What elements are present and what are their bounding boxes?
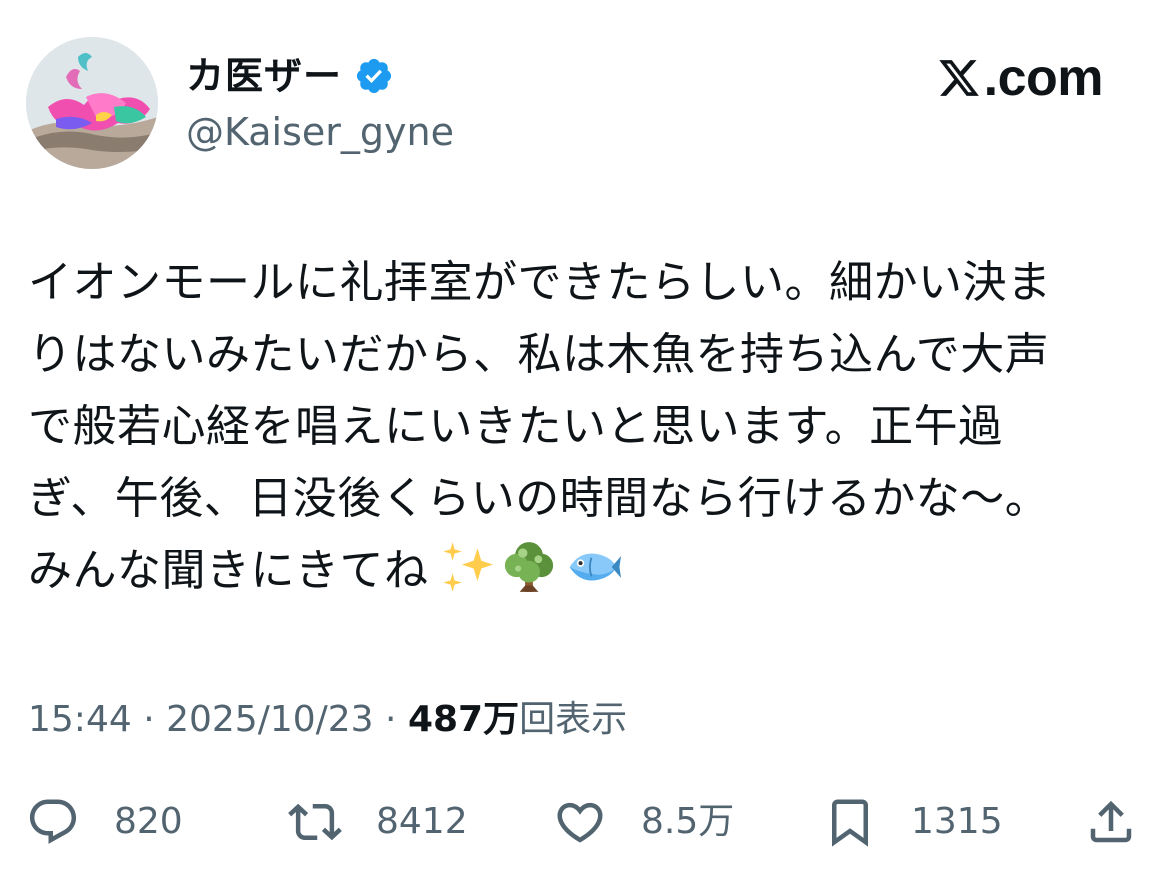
reply-button[interactable]: 820 — [26, 794, 183, 850]
tweet-text-last-line: みんな聞きにきてね — [28, 535, 1138, 607]
heart-icon — [557, 802, 603, 843]
name-row: カ医ザー — [186, 52, 394, 100]
bookmark-icon — [832, 799, 868, 847]
tweet-text-line: イオンモールに礼拝室ができたらしい。細かい決ま — [28, 257, 1052, 308]
views-label: 回表示 — [519, 699, 628, 740]
reply-icon — [29, 799, 77, 844]
tweet-text-line: みんな聞きにきてね — [28, 545, 429, 596]
meta-separator: · — [131, 699, 167, 740]
tweet-text-line: で般若心経を唱えにいきたいと思います。正午過 — [28, 401, 1003, 452]
tweet-text: イオンモールに礼拝室ができたらしい。細かい決ま りはないみたいだから、私は木魚を… — [28, 247, 1138, 607]
retweet-count: 8412 — [376, 801, 468, 842]
tweet-time[interactable]: 15:44 — [28, 699, 132, 740]
tweet-meta: 15:44 · 2025/10/23 · 487万回表示 — [28, 696, 627, 744]
display-name[interactable]: カ医ザー — [186, 52, 342, 100]
avatar[interactable] — [26, 37, 158, 169]
fish-emoji — [569, 553, 621, 581]
tweet-text-line: りはないみたいだから、私は木魚を持ち込んで大声 — [28, 329, 1050, 380]
like-button[interactable]: 8.5万 — [553, 794, 734, 850]
retweet-icon — [288, 803, 342, 841]
tweet-text-line: ぎ、午後、日没後くらいの時間なら行けるかな〜。 — [28, 473, 1050, 524]
user-handle[interactable]: @Kaiser_gyne — [186, 108, 454, 156]
tweet-date[interactable]: 2025/10/23 — [166, 699, 374, 740]
sparkles-emoji — [442, 542, 493, 592]
action-bar: 820 8412 8.5万 1315 — [0, 794, 1169, 850]
share-icon — [1090, 800, 1132, 843]
verified-badge-icon — [356, 58, 392, 94]
views-count: 487万 — [407, 699, 520, 740]
retweet-button[interactable]: 8412 — [288, 794, 468, 850]
meta-separator: · — [373, 699, 408, 740]
tree-emoji — [504, 542, 553, 592]
bookmark-count: 1315 — [911, 801, 1003, 842]
avatar-image — [26, 37, 158, 169]
tweet-card: カ医ザー @Kaiser_gyne .com イオンモールに礼拝室ができたらしい… — [0, 0, 1169, 893]
brand-logo: .com — [936, 49, 1104, 107]
brand-text: .com — [983, 49, 1104, 107]
share-button[interactable] — [1084, 794, 1138, 850]
x-logo-icon — [938, 60, 979, 96]
reply-count: 820 — [114, 801, 183, 842]
bookmark-button[interactable]: 1315 — [823, 794, 1003, 850]
like-count: 8.5万 — [641, 801, 735, 842]
